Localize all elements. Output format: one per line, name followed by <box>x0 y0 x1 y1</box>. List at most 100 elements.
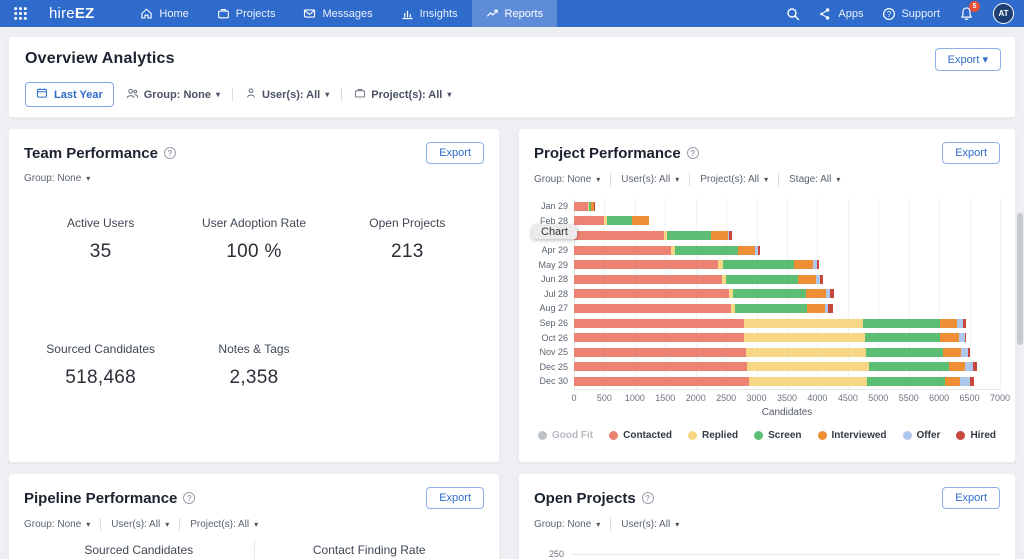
bar-segment-contacted[interactable] <box>574 216 604 225</box>
bar-segment-screen[interactable] <box>869 362 949 371</box>
legend-item-hired[interactable]: Hired <box>956 430 996 441</box>
bar-segment-screen[interactable] <box>866 348 943 357</box>
filter-stage-all[interactable]: Stage: All▾ <box>789 174 840 185</box>
bar-segment-screen[interactable] <box>735 304 807 313</box>
nav-item-messages[interactable]: Messages <box>289 0 386 27</box>
header-export-button[interactable]: Export ▾ <box>935 48 1001 71</box>
filter-group-none[interactable]: Group: None▾ <box>534 174 600 185</box>
stacked-bar[interactable] <box>574 202 1000 211</box>
bar-segment-screen[interactable] <box>667 231 711 240</box>
help-icon[interactable]: ? <box>164 147 176 159</box>
support-menu-item[interactable]: ? Support <box>882 7 940 21</box>
filter-user-s-all[interactable]: User(s): All▾ <box>245 87 329 102</box>
bar-segment-interviewed[interactable] <box>738 246 755 255</box>
bar-segment-interviewed[interactable] <box>943 348 961 357</box>
help-icon[interactable]: ? <box>642 492 654 504</box>
bar-segment-screen[interactable] <box>607 216 633 225</box>
bar-segment-interviewed[interactable] <box>798 275 816 284</box>
bar-segment-hired[interactable] <box>729 231 731 240</box>
bar-segment-hired[interactable] <box>970 377 974 386</box>
bar-segment-hired[interactable] <box>828 304 832 313</box>
filter-user-s-all[interactable]: User(s): All▾ <box>621 174 679 185</box>
legend-item-contacted[interactable]: Contacted <box>609 430 672 441</box>
bar-segment-offer[interactable] <box>960 377 969 386</box>
stacked-bar[interactable] <box>574 348 1000 357</box>
bar-segment-interviewed[interactable] <box>632 216 648 225</box>
bar-segment-contacted[interactable] <box>574 319 744 328</box>
filter-user-s-all[interactable]: User(s): All▾ <box>111 519 169 530</box>
bar-segment-offer[interactable] <box>961 348 968 357</box>
bar-segment-screen[interactable] <box>726 275 798 284</box>
bar-segment-contacted[interactable] <box>574 304 731 313</box>
bar-segment-interviewed[interactable] <box>940 333 959 342</box>
app-grid-icon[interactable] <box>9 6 32 21</box>
stacked-bar[interactable] <box>574 275 1000 284</box>
bar-segment-hired[interactable] <box>830 289 834 298</box>
nav-item-projects[interactable]: Projects <box>203 0 290 27</box>
bar-segment-hired[interactable] <box>965 333 966 342</box>
bar-segment-screen[interactable] <box>675 246 738 255</box>
nav-item-home[interactable]: Home <box>126 0 202 27</box>
vertical-scrollbar[interactable] <box>1017 213 1023 345</box>
nav-item-insights[interactable]: Insights <box>387 0 472 27</box>
hireez-logo[interactable]: hireEZ <box>49 5 94 22</box>
bar-segment-contacted[interactable] <box>574 348 746 357</box>
bar-segment-hired[interactable] <box>594 202 595 211</box>
bar-segment-replied[interactable] <box>744 333 865 342</box>
pipeline-export-button[interactable]: Export <box>426 487 484 509</box>
bar-segment-contacted[interactable] <box>574 333 744 342</box>
stacked-bar[interactable] <box>574 333 1000 342</box>
user-avatar[interactable]: AT <box>993 3 1014 24</box>
bar-segment-interviewed[interactable] <box>806 289 825 298</box>
bar-segment-interviewed[interactable] <box>940 319 958 328</box>
team-export-button[interactable]: Export <box>426 142 484 164</box>
legend-item-interviewed[interactable]: Interviewed <box>818 430 887 441</box>
bar-segment-contacted[interactable] <box>574 260 718 269</box>
apps-menu-item[interactable]: Apps <box>819 7 863 21</box>
bar-segment-replied[interactable] <box>749 377 868 386</box>
bar-segment-interviewed[interactable] <box>711 231 728 240</box>
bar-segment-contacted[interactable] <box>574 231 664 240</box>
filter-project-s-all[interactable]: Project(s): All▾ <box>700 174 768 185</box>
notifications-button[interactable]: 5 <box>959 6 974 21</box>
bar-segment-offer[interactable] <box>965 362 973 371</box>
bar-segment-contacted[interactable] <box>574 246 671 255</box>
filter-project-s-all[interactable]: Project(s): All▾ <box>354 87 451 102</box>
stacked-bar[interactable] <box>574 231 1000 240</box>
legend-item-offer[interactable]: Offer <box>903 430 941 441</box>
legend-item-screen[interactable]: Screen <box>754 430 801 441</box>
bar-segment-hired[interactable] <box>758 246 760 255</box>
stacked-bar[interactable] <box>574 377 1000 386</box>
bar-segment-contacted[interactable] <box>574 289 729 298</box>
bar-segment-screen[interactable] <box>867 377 945 386</box>
bar-segment-replied[interactable] <box>746 348 867 357</box>
project-export-button[interactable]: Export <box>942 142 1000 164</box>
bar-segment-hired[interactable] <box>968 348 970 357</box>
bar-segment-hired[interactable] <box>820 275 823 284</box>
stacked-bar[interactable] <box>574 362 1000 371</box>
stacked-bar[interactable] <box>574 319 1000 328</box>
bar-segment-hired[interactable] <box>963 319 966 328</box>
help-icon[interactable]: ? <box>687 147 699 159</box>
filter-project-s-all[interactable]: Project(s): All▾ <box>190 519 258 530</box>
bar-segment-contacted[interactable] <box>574 377 749 386</box>
filter-group-none[interactable]: Group: None▾ <box>24 173 90 184</box>
nav-item-reports[interactable]: Reports <box>472 0 558 27</box>
filter-group-none[interactable]: Group: None▾ <box>534 519 600 530</box>
bar-segment-interviewed[interactable] <box>794 260 813 269</box>
bar-segment-interviewed[interactable] <box>949 362 964 371</box>
bar-segment-screen[interactable] <box>733 289 806 298</box>
stacked-bar[interactable] <box>574 260 1000 269</box>
filter-group-none[interactable]: Group: None▾ <box>24 519 90 530</box>
help-icon[interactable]: ? <box>183 492 195 504</box>
stacked-bar[interactable] <box>574 216 1000 225</box>
bar-segment-contacted[interactable] <box>574 275 722 284</box>
stacked-bar[interactable] <box>574 289 1000 298</box>
filter-group-none[interactable]: Group: None▾ <box>126 87 220 103</box>
bar-segment-hired[interactable] <box>973 362 977 371</box>
bar-segment-replied[interactable] <box>747 362 869 371</box>
legend-item-replied[interactable]: Replied <box>688 430 738 441</box>
legend-item-good-fit[interactable]: Good Fit <box>538 430 593 441</box>
filter-user-s-all[interactable]: User(s): All▾ <box>621 519 679 530</box>
bar-segment-interviewed[interactable] <box>945 377 960 386</box>
